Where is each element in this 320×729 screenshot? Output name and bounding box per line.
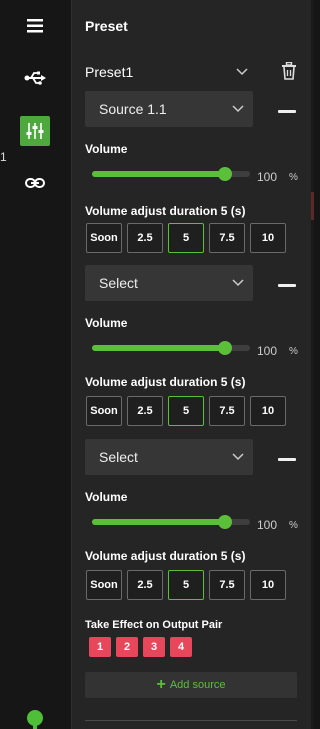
duration-option-button[interactable]: 10 bbox=[250, 396, 286, 426]
volume-label: Volume bbox=[85, 316, 128, 330]
duration-button-group: Soon 2.5 5 7.5 10 bbox=[86, 396, 286, 426]
duration-option-button[interactable]: 7.5 bbox=[209, 223, 245, 253]
volume-unit: % bbox=[289, 346, 298, 357]
duration-option-button[interactable]: 2.5 bbox=[127, 223, 163, 253]
duration-option-button[interactable]: 10 bbox=[250, 570, 286, 600]
duration-label: Volume adjust duration 5 (s) bbox=[85, 549, 246, 563]
remove-source-button[interactable] bbox=[278, 110, 296, 113]
preset-panel: Preset Preset1 Source 1.1 Volume 100 % V… bbox=[71, 0, 311, 729]
link-chain-icon[interactable] bbox=[20, 168, 50, 198]
output-pair-label: Take Effect on Output Pair bbox=[85, 619, 223, 631]
duration-option-button[interactable]: 7.5 bbox=[209, 570, 245, 600]
source-select[interactable]: Select bbox=[85, 265, 253, 301]
duration-option-button[interactable]: 5 bbox=[168, 396, 204, 426]
equalizer-sliders-icon[interactable] bbox=[20, 116, 50, 146]
duration-option-button[interactable]: Soon bbox=[86, 570, 122, 600]
source-select-value: Select bbox=[99, 449, 138, 465]
volume-slider[interactable] bbox=[92, 341, 250, 355]
duration-option-button[interactable]: 10 bbox=[250, 223, 286, 253]
volume-slider[interactable] bbox=[92, 167, 250, 181]
chevron-down-icon[interactable] bbox=[235, 65, 249, 79]
output-pair-button[interactable]: 2 bbox=[116, 637, 138, 657]
duration-button-group: Soon 2.5 5 7.5 10 bbox=[86, 570, 286, 600]
volume-label: Volume bbox=[85, 142, 128, 156]
volume-unit: % bbox=[289, 172, 298, 183]
duration-option-button[interactable]: 7.5 bbox=[209, 396, 245, 426]
volume-slider-knob[interactable] bbox=[217, 515, 232, 529]
duration-label: Volume adjust duration 5 (s) bbox=[85, 375, 246, 389]
volume-label: Volume bbox=[85, 490, 128, 504]
volume-slider-knob[interactable] bbox=[217, 341, 232, 355]
source-select[interactable]: Source 1.1 bbox=[85, 91, 253, 127]
remove-source-button[interactable] bbox=[278, 458, 296, 461]
panel-title: Preset bbox=[85, 18, 128, 34]
duration-option-button[interactable]: 2.5 bbox=[127, 570, 163, 600]
left-rail: 1 bbox=[0, 0, 71, 729]
source-select-value: Source 1.1 bbox=[99, 101, 167, 117]
duration-option-button[interactable]: Soon bbox=[86, 396, 122, 426]
usb-icon[interactable] bbox=[20, 63, 50, 93]
source-select-value: Select bbox=[99, 275, 138, 291]
volume-value: 100 bbox=[257, 170, 278, 184]
volume-slider-fill bbox=[92, 171, 225, 177]
add-source-button[interactable]: + Add source bbox=[85, 672, 297, 698]
preset-selector[interactable]: Preset1 bbox=[85, 62, 299, 82]
rail-number: 1 bbox=[0, 150, 7, 164]
volume-slider-fill bbox=[92, 345, 225, 351]
volume-value: 100 bbox=[257, 344, 278, 358]
duration-button-group: Soon 2.5 5 7.5 10 bbox=[86, 223, 286, 253]
volume-slider[interactable] bbox=[92, 515, 250, 529]
duration-option-button[interactable]: 5 bbox=[168, 570, 204, 600]
duration-label: Volume adjust duration 5 (s) bbox=[85, 204, 246, 218]
right-edge bbox=[311, 0, 314, 729]
right-edge-marker bbox=[311, 192, 314, 220]
chevron-down-icon bbox=[232, 105, 244, 113]
status-indicator-stem bbox=[33, 722, 37, 729]
volume-unit: % bbox=[289, 520, 298, 531]
output-pair-button[interactable]: 3 bbox=[143, 637, 165, 657]
output-pair-button[interactable]: 1 bbox=[89, 637, 111, 657]
output-pair-group: 1234 bbox=[89, 637, 192, 657]
output-pair-button[interactable]: 4 bbox=[170, 637, 192, 657]
preset-name: Preset1 bbox=[85, 64, 134, 80]
add-source-label: Add source bbox=[169, 679, 226, 691]
plus-icon: + bbox=[156, 676, 166, 693]
duration-option-button[interactable]: 5 bbox=[168, 223, 204, 253]
chevron-down-icon bbox=[232, 279, 244, 287]
volume-slider-fill bbox=[92, 519, 225, 525]
chevron-down-icon bbox=[232, 453, 244, 461]
volume-value: 100 bbox=[257, 518, 278, 532]
source-select[interactable]: Select bbox=[85, 439, 253, 475]
remove-source-button[interactable] bbox=[278, 284, 296, 287]
divider bbox=[85, 720, 297, 721]
hamburger-menu-icon[interactable] bbox=[20, 11, 50, 41]
duration-option-button[interactable]: 2.5 bbox=[127, 396, 163, 426]
duration-option-button[interactable]: Soon bbox=[86, 223, 122, 253]
trash-icon[interactable] bbox=[281, 62, 297, 80]
volume-slider-knob[interactable] bbox=[217, 167, 232, 181]
